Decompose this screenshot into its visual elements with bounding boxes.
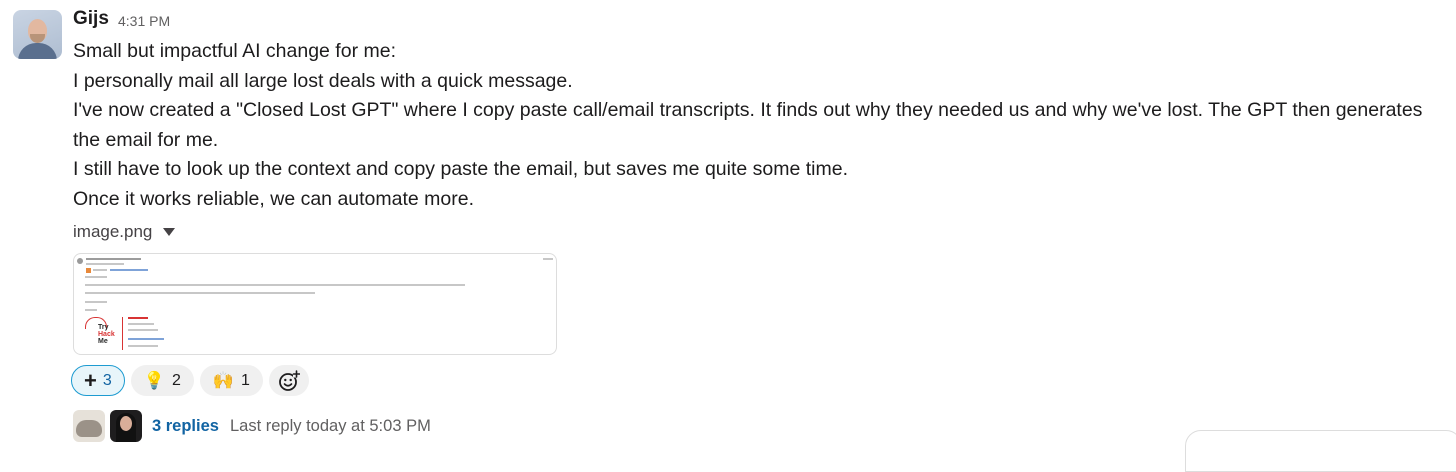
attachment-filename-toggle[interactable]: image.png (73, 222, 176, 242)
preview-line (86, 263, 124, 265)
preview-line (85, 284, 465, 286)
caret-down-icon[interactable] (163, 228, 176, 236)
message-line: I still have to look up the context and … (73, 158, 849, 180)
reaction-raised-hands[interactable]: 🙌 1 (199, 365, 263, 396)
preview-line (85, 301, 107, 303)
preview-line (85, 309, 97, 311)
message: Gijs 4:31 PM Small but impactful AI chan… (0, 0, 1456, 472)
preview-line (128, 329, 158, 331)
plus-one-icon: + (84, 367, 97, 393)
message-timestamp[interactable]: 4:31 PM (118, 13, 170, 29)
preview-line (86, 258, 141, 260)
replier-avatar (110, 410, 142, 442)
replier-avatar (73, 410, 105, 442)
message-line: I personally mail all large lost deals w… (73, 69, 573, 92)
message-line: I've now created a "Closed Lost GPT" whe… (73, 99, 1423, 151)
reaction-light-bulb[interactable]: 💡 2 (130, 365, 194, 396)
preview-line (85, 276, 107, 278)
last-reply-time: Last reply today at 5:03 PM (229, 416, 431, 435)
reactions-bar: + 3 💡 2 🙌 1 (71, 365, 309, 396)
thread-summary[interactable]: 3 replies Last reply today at 5:03 PM (73, 410, 431, 442)
message-actions-panel (1185, 430, 1456, 472)
preview-link (128, 338, 164, 340)
preview-line (128, 345, 158, 347)
add-reaction-button[interactable] (268, 365, 309, 396)
preview-link (110, 269, 148, 271)
attachment-filename: image.png (73, 222, 153, 241)
reply-count-link[interactable]: 3 replies (152, 417, 219, 436)
message-line: Small but impactful AI change for me: (73, 40, 396, 62)
message-line: Once it works reliable, we can automate … (73, 187, 475, 210)
preview-line (85, 292, 315, 294)
raised-hands-icon: 🙌 (212, 371, 235, 390)
add-reaction-icon (279, 369, 300, 391)
message-body: Small but impactful AI change for me: I … (73, 37, 1448, 214)
attachment-image-preview[interactable]: Try Hack Me (73, 253, 557, 355)
sender-avatar-icon (77, 258, 83, 264)
light-bulb-icon: 💡 (143, 371, 165, 390)
preview-line (128, 323, 154, 325)
preview-line (93, 269, 107, 271)
author-avatar[interactable] (13, 10, 62, 59)
preview-line (128, 317, 148, 319)
preview-line (543, 258, 553, 260)
preview-badge-icon (86, 268, 91, 273)
signature-divider (122, 317, 123, 350)
reaction-count: 1 (241, 371, 250, 389)
author-name[interactable]: Gijs (73, 8, 109, 30)
reaction-count: 2 (171, 371, 181, 389)
reaction-plus-one[interactable]: + 3 (71, 365, 125, 396)
reaction-count: 3 (102, 371, 112, 389)
